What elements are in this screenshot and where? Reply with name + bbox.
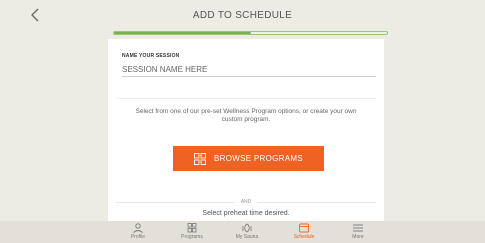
tab-more[interactable]: More <box>333 223 383 243</box>
tab-my-sauna[interactable]: My Sauna <box>222 223 272 243</box>
program-description: Select from one of our pre-set Wellness … <box>135 108 357 123</box>
tab-schedule[interactable]: Schedule <box>279 223 329 243</box>
browse-programs-label: BROWSE PROGRAMS <box>214 154 303 163</box>
separator-line <box>257 201 376 203</box>
sauna-icon <box>242 223 252 233</box>
tab-bar: Profile Programs My Sauna Schedule More <box>0 221 485 243</box>
tab-label: Programs <box>181 234 203 240</box>
grid-icon <box>194 152 206 165</box>
session-name-input[interactable] <box>122 63 376 77</box>
separator-line <box>116 201 235 203</box>
tab-label: Schedule <box>293 234 315 240</box>
preheat-prompt: Select preheat time desired. <box>202 210 290 217</box>
tab-programs[interactable]: Programs <box>167 223 217 243</box>
schedule-card: NAME YOUR SESSION Select from one of our… <box>108 39 384 221</box>
divider <box>116 98 376 99</box>
and-text: AND <box>240 199 252 205</box>
header: ADD TO SCHEDULE <box>0 0 485 30</box>
calendar-icon <box>299 223 309 233</box>
page-title: ADD TO SCHEDULE <box>192 10 293 21</box>
progress-bar <box>113 31 388 35</box>
tab-label: My Sauna <box>235 234 259 240</box>
grid-icon <box>187 223 197 233</box>
tab-profile[interactable]: Profile <box>113 223 163 243</box>
menu-icon <box>353 224 363 232</box>
tab-label: More <box>352 234 364 240</box>
browse-programs-button[interactable]: BROWSE PROGRAMS <box>173 146 324 171</box>
and-separator: AND <box>116 198 376 206</box>
person-icon <box>133 223 143 233</box>
progress-fill <box>114 32 251 34</box>
tab-label: Profile <box>130 234 146 240</box>
session-name-label: NAME YOUR SESSION <box>122 53 180 59</box>
